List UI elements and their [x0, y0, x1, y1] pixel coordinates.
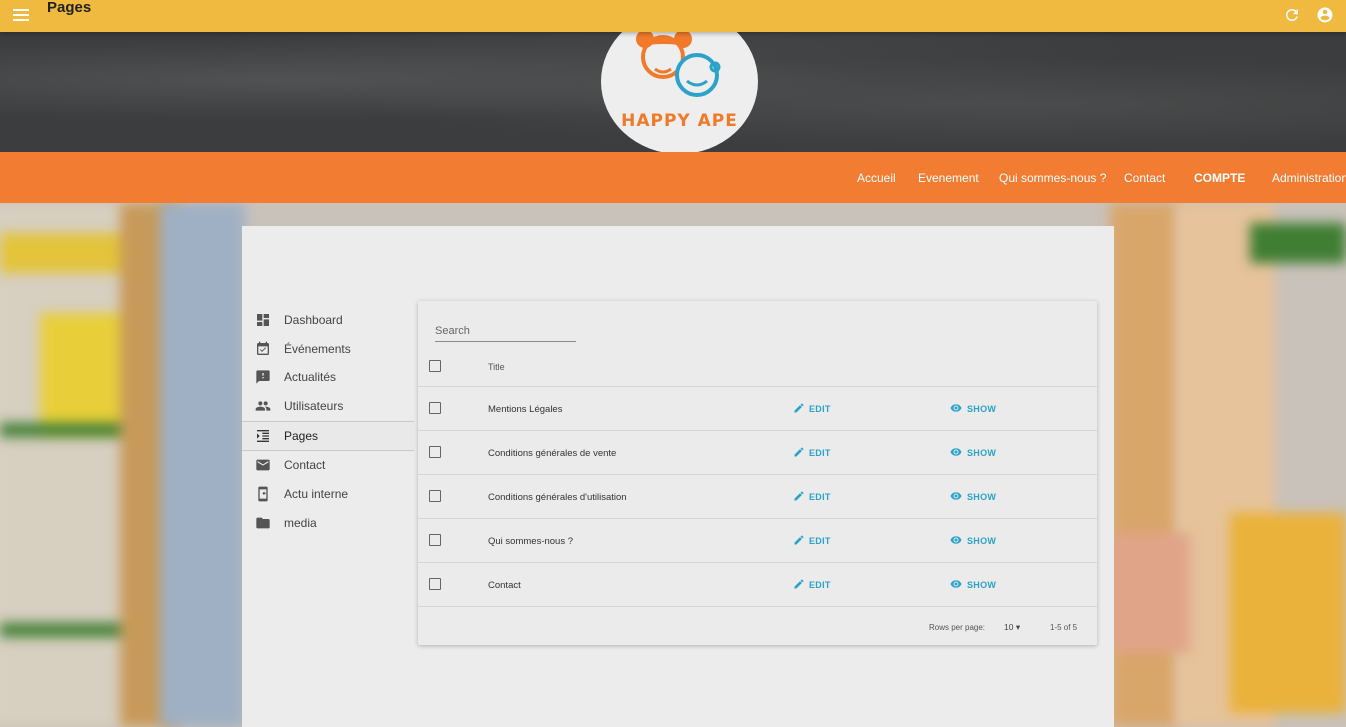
table-row[interactable]: Qui sommes-nous ? EDIT SHOW	[418, 518, 1097, 563]
show-button[interactable]: SHOW	[949, 446, 996, 458]
logo-text: HAPPY APE	[621, 111, 738, 131]
select-all-checkbox[interactable]	[429, 360, 441, 372]
pencil-icon	[794, 447, 804, 457]
pencil-icon	[794, 535, 804, 545]
dashboard-icon	[257, 314, 269, 326]
top-app-bar: Pages	[0, 0, 1346, 32]
header-banner: HAPPY APE	[0, 9, 1346, 154]
show-label: SHOW	[967, 492, 997, 502]
nav-contact[interactable]: Contact	[1124, 171, 1165, 185]
row-title: Conditions générales d'utilisation	[488, 492, 627, 503]
nav-evenement[interactable]: Evenement	[918, 171, 979, 185]
sidebar-item-evenements[interactable]: Événements	[242, 335, 414, 364]
pages-list-panel: Title Mentions Légales EDIT SHOW Conditi…	[418, 301, 1097, 645]
menu-icon[interactable]	[13, 9, 29, 23]
eye-icon	[950, 404, 962, 412]
sidebar-item-actualites[interactable]: Actualités	[242, 363, 414, 392]
row-title: Qui sommes-nous ?	[488, 536, 574, 547]
sidebar-item-label: Actualités	[284, 370, 337, 385]
rows-per-page-label: Rows per page:	[929, 623, 986, 632]
search-field	[435, 321, 576, 342]
feedback-icon	[256, 370, 270, 385]
nav-accueil[interactable]: Accueil	[857, 171, 896, 185]
pagination-footer: Rows per page: 10 ▾ 1-5 of 5	[418, 606, 1097, 646]
eye-icon	[950, 536, 962, 544]
sidebar-item-contact[interactable]: Contact	[242, 451, 414, 480]
edit-button[interactable]: EDIT	[793, 534, 831, 546]
eye-icon	[950, 448, 962, 456]
show-label: SHOW	[967, 580, 997, 590]
sidebar-item-dashboard[interactable]: Dashboard	[242, 306, 414, 335]
rows-per-page-select[interactable]: 10 ▾	[1004, 622, 1020, 633]
page-title: Pages	[47, 0, 92, 16]
refresh-icon[interactable]	[1283, 6, 1301, 24]
phone-icon	[258, 486, 268, 502]
eye-icon	[950, 492, 962, 500]
table-row[interactable]: Conditions générales de vente EDIT SHOW	[418, 430, 1097, 475]
sidebar-item-label: Utilisateurs	[284, 399, 344, 414]
list-icon	[257, 429, 269, 442]
table-row[interactable]: Conditions générales d'utilisation EDIT …	[418, 474, 1097, 519]
sidebar-item-utilisateurs[interactable]: Utilisateurs	[242, 392, 414, 421]
row-checkbox[interactable]	[429, 402, 441, 414]
sidebar-item-media[interactable]: media	[242, 509, 414, 538]
nav-compte[interactable]: COMPTE	[1194, 171, 1245, 185]
pagination-range: 1-5 of 5	[1050, 623, 1078, 632]
folder-icon	[256, 517, 270, 529]
row-title: Contact	[488, 580, 521, 591]
admin-sidebar: Dashboard Événements Actualités Utilisat…	[242, 306, 414, 538]
row-checkbox[interactable]	[429, 534, 441, 546]
sidebar-item-label: Actu interne	[284, 487, 349, 502]
sidebar-item-label: Contact	[284, 458, 326, 473]
account-circle-icon[interactable]	[1316, 6, 1334, 24]
sidebar-item-label: media	[284, 515, 317, 530]
show-label: SHOW	[967, 404, 997, 414]
column-header-title[interactable]: Title	[488, 362, 505, 372]
show-button[interactable]: SHOW	[949, 534, 996, 546]
nav-qui-sommes-nous[interactable]: Qui sommes-nous ?	[999, 171, 1106, 185]
table-row[interactable]: Contact EDIT SHOW	[418, 562, 1097, 607]
sidebar-item-actu-interne[interactable]: Actu interne	[242, 480, 414, 509]
edit-label: EDIT	[809, 580, 831, 590]
pencil-icon	[794, 403, 804, 413]
edit-button[interactable]: EDIT	[793, 578, 831, 590]
table-row[interactable]: Mentions Légales EDIT SHOW	[418, 386, 1097, 431]
sidebar-item-pages[interactable]: Pages	[242, 420, 414, 452]
row-checkbox[interactable]	[429, 490, 441, 502]
edit-button[interactable]: EDIT	[793, 446, 831, 458]
show-button[interactable]: SHOW	[949, 402, 996, 414]
sidebar-item-label: Pages	[284, 428, 319, 443]
edit-label: EDIT	[809, 536, 831, 546]
nav-administration[interactable]: Administration	[1272, 171, 1346, 185]
search-input[interactable]	[435, 323, 575, 339]
edit-button[interactable]: EDIT	[793, 402, 831, 414]
show-label: SHOW	[967, 448, 997, 458]
sidebar-item-label: Dashboard	[284, 313, 343, 327]
show-label: SHOW	[967, 536, 997, 546]
show-button[interactable]: SHOW	[949, 578, 996, 590]
row-title: Conditions générales de vente	[488, 448, 617, 459]
pencil-icon	[794, 579, 804, 589]
people-icon	[255, 401, 271, 411]
event-icon	[257, 341, 269, 355]
edit-label: EDIT	[809, 448, 831, 458]
caret-down-icon: ▾	[1013, 622, 1021, 632]
edit-label: EDIT	[809, 404, 831, 414]
main-nav: Accueil Evenement Qui sommes-nous ? Cont…	[0, 152, 1346, 203]
admin-card: Dashboard Événements Actualités Utilisat…	[242, 226, 1114, 727]
row-title: Mentions Légales	[488, 404, 563, 415]
pencil-icon	[794, 491, 804, 501]
edit-button[interactable]: EDIT	[793, 490, 831, 502]
edit-label: EDIT	[809, 492, 831, 502]
mail-icon	[256, 460, 270, 471]
show-button[interactable]: SHOW	[949, 490, 996, 502]
eye-icon	[950, 580, 962, 588]
logo-faces-icon	[636, 31, 721, 97]
row-checkbox[interactable]	[429, 446, 441, 458]
sidebar-item-label: Événements	[284, 341, 351, 356]
row-checkbox[interactable]	[429, 578, 441, 590]
